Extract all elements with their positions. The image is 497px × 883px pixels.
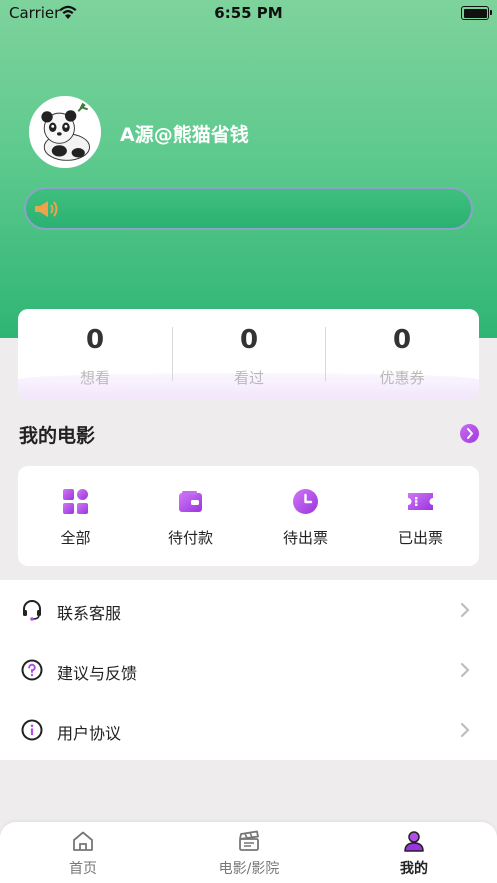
chevron-right-icon [461,663,470,677]
header-background [0,0,497,338]
chevron-right-icon [467,428,473,439]
tab-movies-cinemas-label: 电影/影院 [218,861,280,877]
menu-user-agreement-label: 用户协议 [57,724,122,743]
username: A源@熊猫省钱 [120,124,249,146]
stat-want-to-see[interactable]: 0 想看 [18,309,172,399]
stat-value: 0 [392,325,412,355]
stat-value: 0 [239,325,259,355]
megaphone-icon [35,201,58,217]
battery-icon [461,6,492,20]
status-bar: Carrier 6:55 PM [0,0,497,26]
menu-feedback[interactable]: 建议与反馈 [0,640,497,700]
headset-icon [23,600,41,621]
menu-customer-service-label: 联系客服 [57,604,122,623]
clock-icon [293,489,318,514]
wallet-icon [179,491,202,512]
order-ticketed[interactable]: 已出票 [363,466,478,566]
stat-label: 优惠券 [379,369,425,387]
home-icon [73,831,93,851]
stat-label: 看过 [233,369,264,387]
ticket-icon [408,493,433,510]
tab-home-label: 首页 [69,861,97,877]
user-icon [404,831,424,852]
menu-user-agreement[interactable]: 用户协议 [0,700,497,760]
menu-customer-service[interactable]: 联系客服 [0,580,497,640]
avatar[interactable] [29,96,101,168]
tab-movies-cinemas[interactable]: 电影/影院 [166,822,332,883]
tab-bar: 首页 电影/影院 我的 [0,822,497,883]
tab-home[interactable]: 首页 [0,822,166,883]
clapperboard-icon [239,830,259,851]
tab-mine-label: 我的 [400,861,428,877]
settings-menu: 联系客服 建议与反馈 用户协议 [0,580,497,760]
stat-label: 想看 [79,369,110,387]
panda-avatar-icon [31,98,99,166]
my-movies-title: 我的电影 [19,425,96,447]
order-all-label: 全部 [60,529,91,547]
notice-bar[interactable] [24,187,473,230]
order-ticketed-label: 已出票 [397,529,443,547]
order-pending-ticket[interactable]: 待出票 [248,466,363,566]
info-icon [21,719,43,741]
stats-card: 0 想看 0 看过 0 优惠券 [18,309,479,399]
order-pending-payment[interactable]: 待付款 [133,466,248,566]
menu-feedback-label: 建议与反馈 [57,664,138,683]
stat-value: 0 [85,325,105,355]
question-icon [21,659,43,681]
stat-watched[interactable]: 0 看过 [172,309,326,399]
order-all[interactable]: 全部 [18,466,133,566]
stat-coupons[interactable]: 0 优惠券 [325,309,479,399]
my-movies-more-button[interactable] [460,424,479,443]
chevron-right-icon [461,723,470,737]
my-movies-card: 全部 待付款 待出票 已出票 [18,466,479,566]
order-pending-ticket-label: 待出票 [282,529,328,547]
clock-time: 6:55 PM [214,4,283,22]
chevron-right-icon [461,603,470,617]
grid-icon [63,489,88,514]
order-pending-payment-label: 待付款 [167,529,213,547]
tab-mine[interactable]: 我的 [331,822,497,883]
